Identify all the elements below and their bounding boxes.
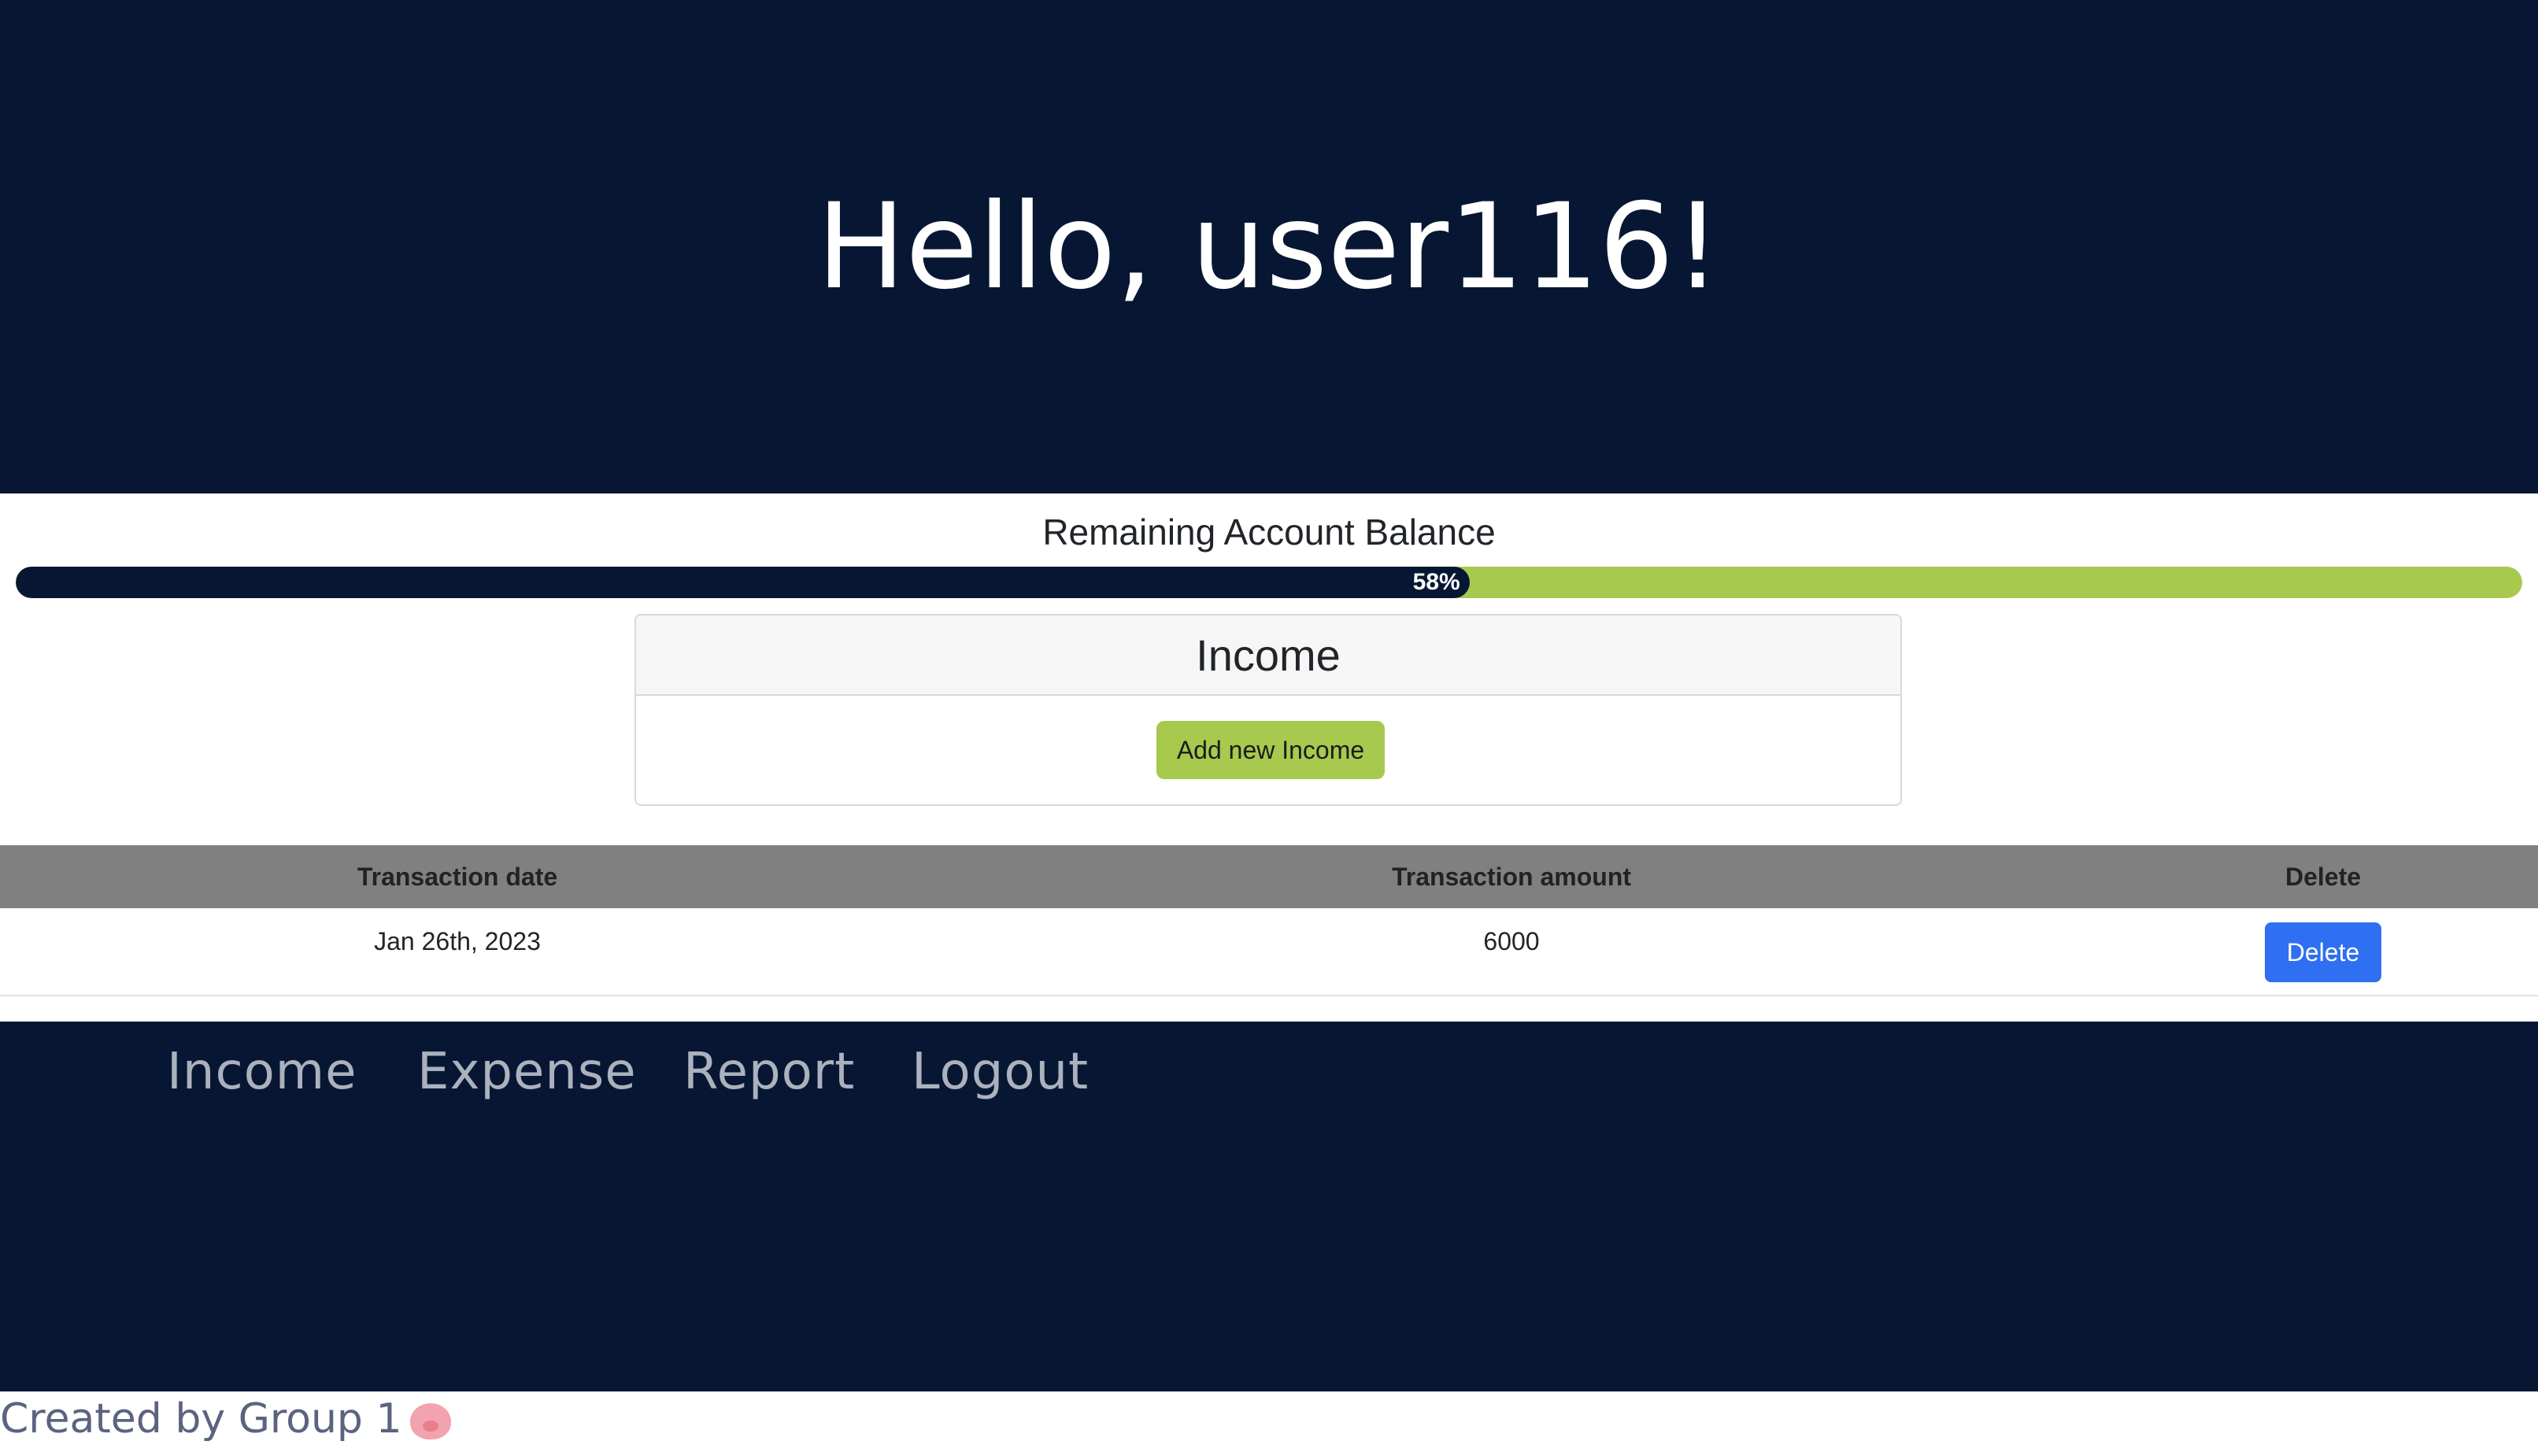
transaction-amount-cell: 6000	[915, 908, 2108, 996]
delete-button[interactable]: Delete	[2265, 922, 2381, 982]
footer-navigation: Income Expense Report Logout	[0, 1022, 2538, 1391]
column-header-transaction-date: Transaction date	[0, 845, 915, 908]
nav-link-report[interactable]: Report	[683, 1040, 855, 1103]
nav-link-logout[interactable]: Logout	[912, 1040, 1089, 1103]
credit-text: Created by Group 1	[0, 1395, 402, 1443]
delete-cell: Delete	[2108, 908, 2538, 996]
balance-progress-fill: 58%	[16, 567, 1470, 598]
column-header-transaction-amount: Transaction amount	[915, 845, 2108, 908]
add-new-income-button[interactable]: Add new Income	[1156, 721, 1385, 779]
table-row: Jan 26th, 2023 6000 Delete	[0, 908, 2538, 996]
nav-link-expense[interactable]: Expense	[417, 1040, 637, 1103]
balance-progress-bar: 58%	[16, 567, 2522, 598]
income-card: Income Add new Income	[634, 614, 1902, 806]
transactions-table: Transaction date Transaction amount Dele…	[0, 845, 2538, 996]
nav-link-income[interactable]: Income	[167, 1040, 357, 1103]
transaction-amount: 6000	[1483, 927, 1540, 955]
transaction-date: Jan 26th, 2023	[374, 927, 541, 955]
column-header-delete: Delete	[2108, 845, 2538, 908]
page: Hello, user116! Remaining Account Balanc…	[0, 0, 2538, 1456]
balance-title: Remaining Account Balance	[1042, 512, 1496, 552]
greeting-heading: Hello, user116!	[816, 178, 1722, 316]
pig-face-icon	[409, 1403, 451, 1439]
table-header-row: Transaction date Transaction amount Dele…	[0, 845, 2538, 908]
balance-progress-label: 58%	[1412, 569, 1460, 595]
income-card-title: Income	[636, 615, 1900, 696]
header-banner: Hello, user116!	[0, 0, 2538, 493]
footer-credit: Created by Group 1	[0, 1391, 451, 1447]
transaction-date-cell: Jan 26th, 2023	[0, 908, 915, 996]
